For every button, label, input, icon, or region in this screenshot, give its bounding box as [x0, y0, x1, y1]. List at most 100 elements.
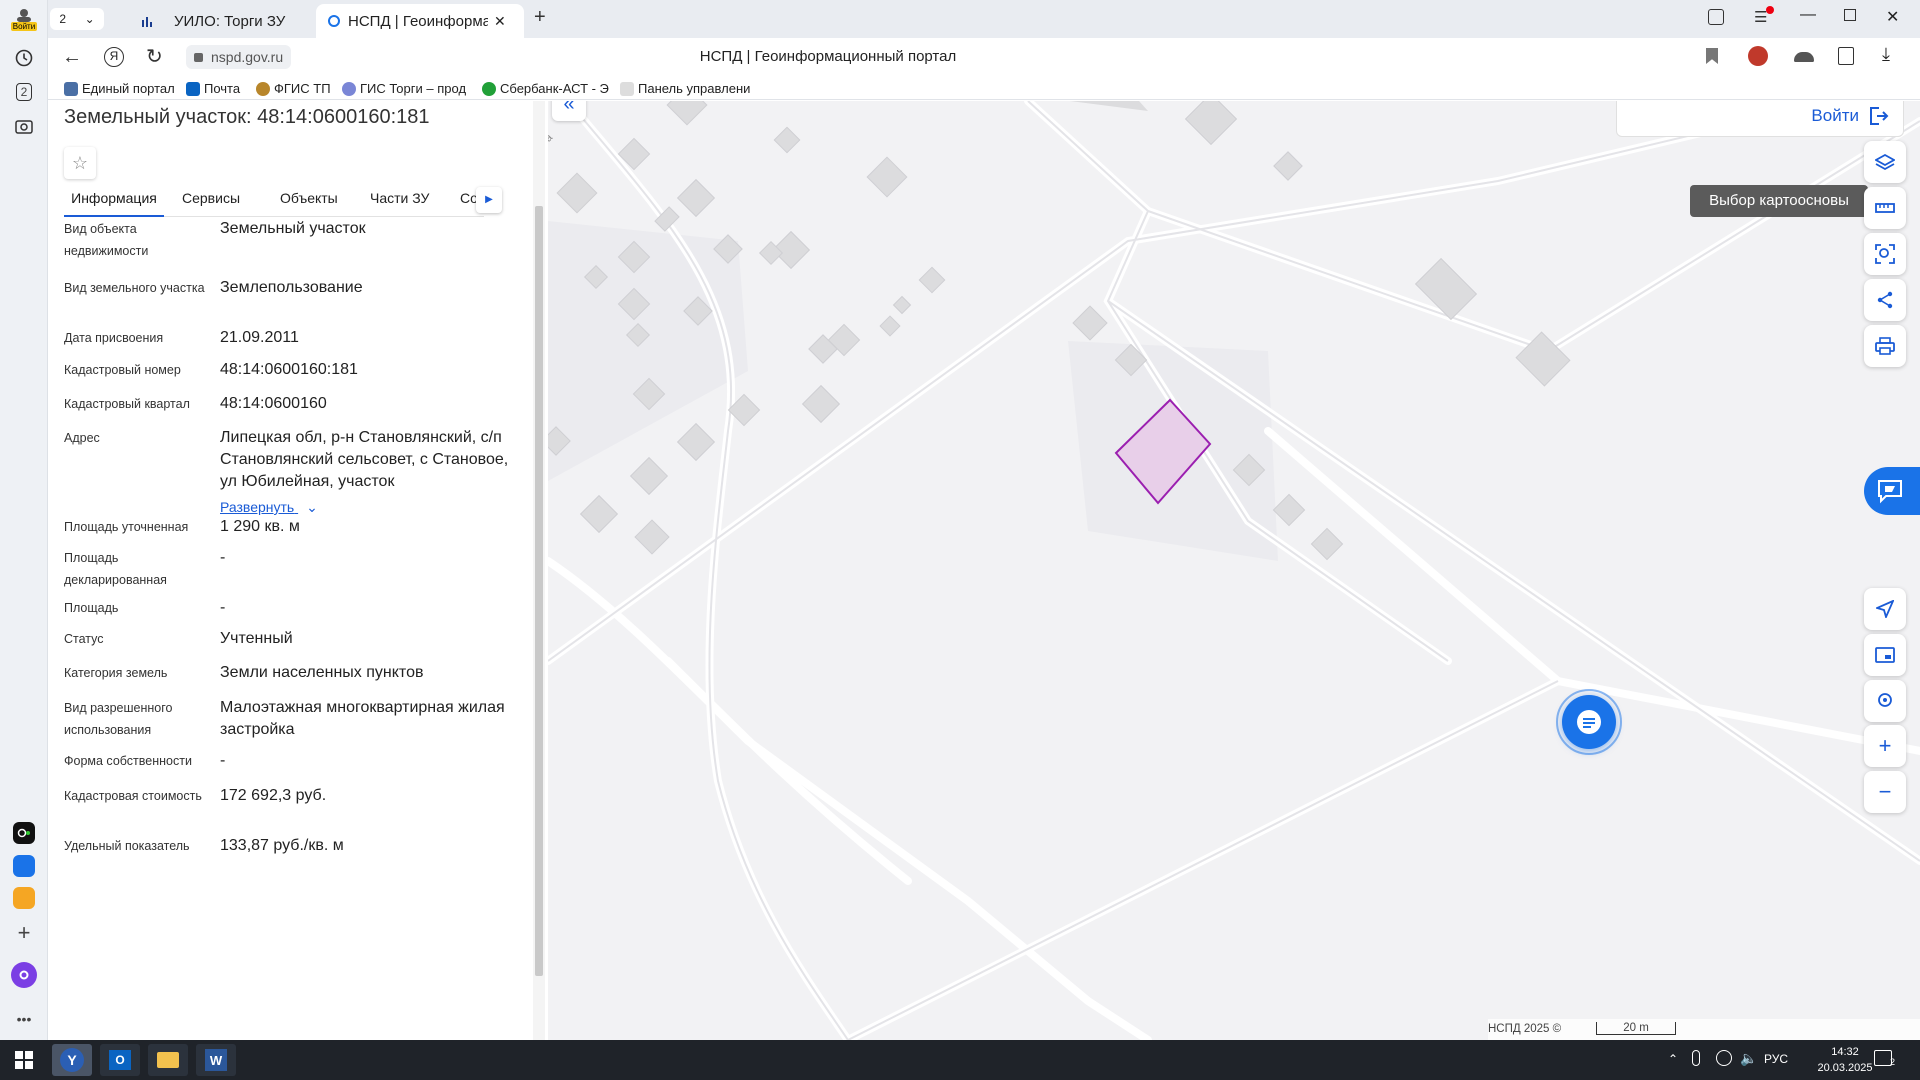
tab-services[interactable]: Сервисы	[182, 183, 240, 213]
language-indicator[interactable]: РУС	[1764, 1052, 1788, 1066]
history-icon[interactable]	[10, 44, 38, 72]
login-button[interactable]: Войти	[1616, 101, 1904, 137]
volume-icon[interactable]: 🔈	[1740, 1050, 1757, 1067]
profile-label: Войти	[10, 21, 38, 31]
menu-icon[interactable]: ☰	[1754, 6, 1774, 26]
browser-sidebar: Войти 2 + •••	[0, 0, 48, 1040]
field-label: Вид разрешенного использования	[64, 701, 173, 737]
bookmark-item[interactable]: ФГИС ТП	[256, 81, 331, 96]
add-app-icon[interactable]: +	[10, 919, 38, 947]
map-view[interactable]: а « Войти Выбор картоосновы + − НСПД 202…	[548, 101, 1920, 1040]
tabs-scroll-right-icon[interactable]: ▶	[476, 187, 502, 213]
close-tab-icon[interactable]: ✕	[494, 13, 506, 30]
minimap-icon	[1875, 647, 1895, 663]
microphone-icon[interactable]	[1692, 1050, 1700, 1066]
messenger-icon[interactable]	[13, 855, 35, 877]
yandex-browser-icon[interactable]: Y	[52, 1044, 92, 1076]
panel-tabs: Информация Сервисы Объекты Части ЗУ Сост…	[64, 183, 502, 217]
tab-bar: 2 ⌄ УИЛО: Торги ЗУ НСПД | Геоинформаци ✕…	[48, 0, 1920, 38]
clock[interactable]: 14:32 20.03.2025	[1810, 1044, 1880, 1076]
field-label: Дата присвоения	[64, 331, 164, 345]
tray-expand-icon[interactable]: ⌃	[1668, 1052, 1678, 1066]
close-window-button[interactable]: ✕	[1886, 7, 1899, 27]
collections-icon[interactable]	[1708, 9, 1724, 25]
scrollbar-thumb[interactable]	[535, 206, 543, 976]
field-value[interactable]: 48:14:0600160	[220, 393, 525, 415]
field-label: Кадастровый квартал	[64, 397, 190, 411]
notification-count: 2	[1889, 1057, 1895, 1067]
favorite-star-icon[interactable]: ☆	[64, 147, 96, 179]
bookmark-item[interactable]: ГИС Торги – прод	[342, 81, 466, 96]
bookmark-item[interactable]: Почта	[186, 81, 240, 96]
field-value: 133,87 руб./кв. м	[220, 837, 344, 854]
panel-scrollbar[interactable]	[533, 101, 545, 1040]
geolocation-button[interactable]	[1864, 588, 1906, 630]
field-value[interactable]: 48:14:0600160:181	[220, 359, 525, 381]
bookmark-item[interactable]: Сбербанк-АСТ - Э	[482, 81, 609, 96]
bookmark-item[interactable]: Единый портал	[64, 81, 175, 96]
login-icon	[1870, 107, 1889, 125]
more-icon[interactable]: •••	[10, 1005, 38, 1033]
map-canvas[interactable]: а	[548, 101, 1920, 1040]
location-search-button[interactable]	[1864, 680, 1906, 722]
address-bar: ← Я ↻ nspd.gov.ru НСПД | Геоинформационн…	[48, 38, 1920, 78]
outlook-icon[interactable]: O	[100, 1044, 140, 1076]
print-icon	[1875, 337, 1895, 355]
field-value: Землепользование	[220, 279, 363, 296]
layers-button[interactable]	[1864, 141, 1906, 183]
minimize-button[interactable]: —	[1800, 6, 1816, 24]
ruler-icon	[1875, 203, 1895, 213]
notifications-icon[interactable]: 2	[1874, 1050, 1895, 1067]
app-shortcut-icon[interactable]	[13, 822, 35, 844]
notification-dot	[1766, 6, 1774, 14]
field-label: Кадастровая стоимость	[64, 789, 202, 803]
area-select-button[interactable]	[1864, 233, 1906, 275]
ruler-button[interactable]	[1864, 187, 1906, 229]
tab-nspd[interactable]: НСПД | Геоинформаци ✕	[316, 4, 524, 38]
tab-group-count: 2	[59, 12, 66, 26]
zoom-in-button[interactable]: +	[1864, 725, 1906, 767]
field-value: 21.09.2011	[220, 329, 299, 346]
network-globe-icon[interactable]	[1716, 1050, 1732, 1066]
tab-parts[interactable]: Части ЗУ	[370, 183, 429, 213]
tabs-counter-badge: 2	[15, 83, 33, 101]
screenshot-icon[interactable]	[10, 112, 38, 140]
word-icon[interactable]: W	[196, 1044, 236, 1076]
expand-address-link[interactable]: Развернуть ⌄	[220, 499, 318, 516]
restore-button[interactable]	[1844, 9, 1856, 21]
collapse-panel-button[interactable]: «	[552, 101, 586, 121]
chart-icon	[142, 17, 152, 27]
profile-button[interactable]: Войти	[10, 4, 38, 34]
tab-information[interactable]: Информация	[64, 183, 164, 217]
bookmark-icon[interactable]	[1706, 48, 1718, 64]
field-value: -	[220, 599, 226, 616]
zoom-out-button[interactable]: −	[1864, 771, 1906, 813]
windows-start-icon[interactable]	[4, 1044, 44, 1076]
extension-icon[interactable]	[1748, 46, 1768, 66]
field-value: Учтенный	[220, 630, 293, 647]
tab-group-switch[interactable]: 2 ⌄	[50, 8, 104, 30]
file-explorer-icon[interactable]	[148, 1044, 188, 1076]
tabs-counter-button[interactable]: 2	[10, 78, 38, 106]
chevron-down-icon: ⌄	[84, 12, 95, 26]
share-button[interactable]	[1864, 279, 1906, 321]
field-value: 172 692,3 руб.	[220, 787, 327, 804]
download-icon[interactable]: ⤓	[1882, 44, 1890, 65]
map-footer: НСПД 2025 © 20 m	[1488, 1019, 1920, 1040]
login-label: Войти	[1811, 106, 1859, 125]
location-pin-icon	[1878, 693, 1892, 707]
field-value: Малоэтажная многоквартирная жилая застро…	[220, 699, 505, 738]
chat-button[interactable]	[1562, 695, 1616, 749]
tab-label: НСПД | Геоинформаци	[348, 12, 488, 30]
mail-app-icon[interactable]	[13, 887, 35, 909]
new-tab-button[interactable]: +	[534, 6, 546, 29]
print-button[interactable]	[1864, 325, 1906, 367]
page-title: НСПД | Геоинформационный портал	[699, 48, 957, 65]
feedback-button[interactable]	[1864, 467, 1920, 515]
downloads-panel-icon[interactable]	[1838, 47, 1854, 65]
tab-objects[interactable]: Объекты	[280, 183, 338, 213]
minimap-button[interactable]	[1864, 634, 1906, 676]
alice-icon[interactable]	[11, 962, 37, 988]
bookmark-item[interactable]: Панель управлени	[620, 81, 750, 96]
protect-icon[interactable]	[1794, 52, 1814, 62]
